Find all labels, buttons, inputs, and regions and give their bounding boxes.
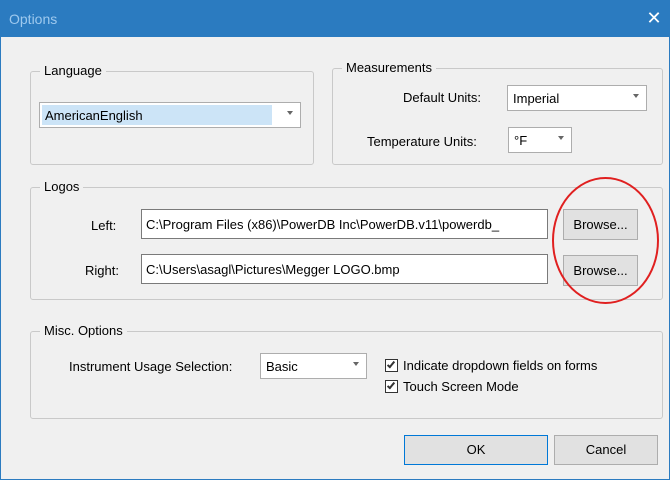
close-icon[interactable]: ✕ [643, 7, 665, 29]
touch-screen-checkbox[interactable] [385, 380, 398, 393]
temperature-units-dropdown[interactable]: °F [508, 127, 572, 153]
logos-group-label: Logos [40, 179, 84, 195]
options-dialog: Options ✕ Language AmericanEnglish Measu… [0, 0, 670, 480]
chevron-down-icon [558, 136, 564, 140]
red-annotation-circle [552, 177, 659, 304]
ok-button-label: OK [466, 442, 486, 457]
left-logo-label: Left: [91, 218, 117, 233]
instrument-usage-value: Basic [266, 359, 298, 374]
left-logo-path-value: C:\Program Files (x86)\PowerDB Inc\Power… [146, 217, 500, 232]
checkmark-icon [386, 380, 396, 390]
chevron-down-icon [633, 94, 639, 98]
indicate-dropdown-label[interactable]: Indicate dropdown fields on forms [403, 358, 597, 373]
right-logo-label: Right: [85, 263, 119, 278]
window-title: Options [9, 11, 58, 27]
temperature-units-value: °F [514, 133, 528, 148]
default-units-dropdown[interactable]: Imperial [507, 85, 647, 111]
language-dropdown-value: AmericanEnglish [45, 108, 143, 123]
language-group: Language AmericanEnglish [30, 63, 314, 165]
misc-options-group: Misc. Options Instrument Usage Selection… [30, 323, 663, 419]
touch-screen-label[interactable]: Touch Screen Mode [403, 379, 519, 394]
language-dropdown[interactable]: AmericanEnglish [39, 102, 301, 128]
cancel-button[interactable]: Cancel [554, 435, 658, 465]
ok-button[interactable]: OK [404, 435, 548, 465]
cancel-button-label: Cancel [585, 442, 627, 457]
measurements-group-label: Measurements [342, 60, 436, 76]
checkmark-icon [386, 359, 396, 369]
measurements-group: Measurements Default Units: Imperial Tem… [332, 60, 663, 165]
title-bar[interactable]: Options ✕ [1, 1, 669, 37]
language-group-label: Language [40, 63, 106, 79]
default-units-label: Default Units: [403, 90, 482, 105]
instrument-usage-label: Instrument Usage Selection: [69, 359, 233, 374]
temperature-units-label: Temperature Units: [367, 134, 477, 149]
instrument-usage-dropdown[interactable]: Basic [260, 353, 367, 379]
right-logo-path-field[interactable]: C:\Users\asagl\Pictures\Megger LOGO.bmp [141, 254, 548, 284]
default-units-value: Imperial [513, 91, 560, 106]
right-logo-path-value: C:\Users\asagl\Pictures\Megger LOGO.bmp [146, 262, 400, 277]
chevron-down-icon [287, 111, 293, 115]
left-logo-path-field[interactable]: C:\Program Files (x86)\PowerDB Inc\Power… [141, 209, 548, 239]
chevron-down-icon [353, 362, 359, 366]
misc-options-group-label: Misc. Options [40, 323, 127, 339]
indicate-dropdown-checkbox[interactable] [385, 359, 398, 372]
